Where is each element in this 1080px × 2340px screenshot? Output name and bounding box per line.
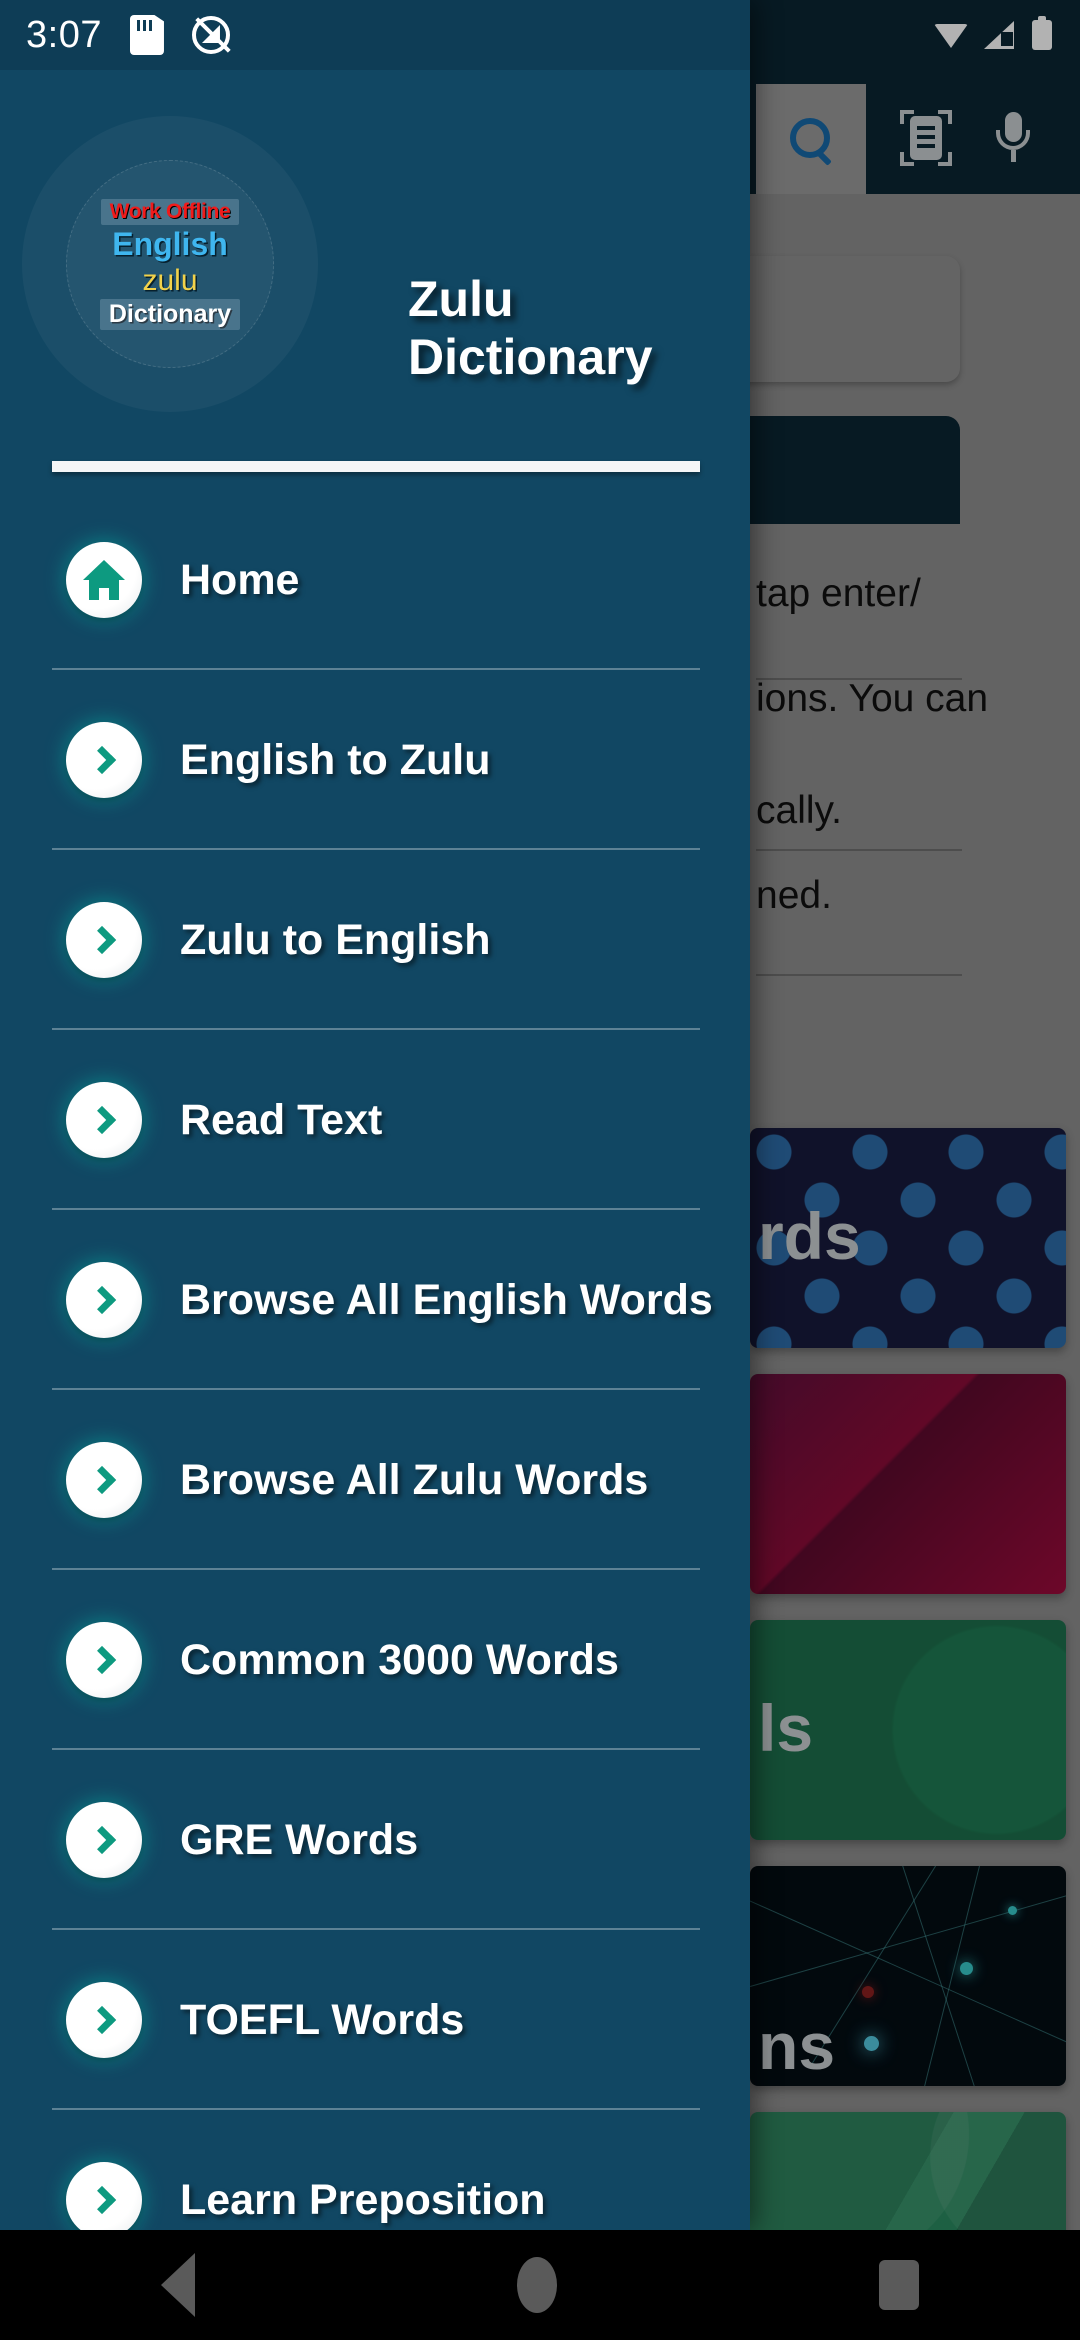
chevron-right-icon <box>66 1082 142 1158</box>
sidebar-item-label: Browse All Zulu Words <box>180 1455 649 1504</box>
navigation-drawer: 3:07 Work Offline English zulu Dictionar… <box>0 0 750 2230</box>
app-logo: Work Offline English zulu Dictionary <box>22 116 318 412</box>
chevron-right-icon <box>66 1622 142 1698</box>
sidebar-item-label: GRE Words <box>180 1815 419 1864</box>
chevron-right-icon <box>66 902 142 978</box>
sidebar-item-label: Read Text <box>180 1095 383 1144</box>
logo-dictionary: Dictionary <box>108 299 232 328</box>
sd-card-icon <box>129 15 164 55</box>
chevron-right-icon <box>66 1442 142 1518</box>
sidebar-item-label: Zulu to English <box>180 915 491 964</box>
android-navigation-bar <box>0 2230 1080 2340</box>
app-title-line2: Dictionary <box>408 329 653 385</box>
chevron-right-icon <box>66 1802 142 1878</box>
logo-work-offline: Work Offline <box>109 199 231 223</box>
drawer-header: Work Offline English zulu Dictionary Zul… <box>0 70 750 420</box>
status-bar-left: 3:07 <box>26 0 230 70</box>
logo-zulu: zulu <box>142 263 198 297</box>
sidebar-item-english-to-zulu[interactable]: English to Zulu <box>0 670 750 850</box>
status-bar-clock: 3:07 <box>26 13 102 56</box>
header-divider <box>52 461 700 472</box>
sidebar-item-toefl-words[interactable]: TOEFL Words <box>0 1930 750 2110</box>
sidebar-item-label: Learn Preposition <box>180 2175 546 2224</box>
sidebar-item-label: English to Zulu <box>180 735 491 784</box>
logo-text-block: Work Offline English zulu Dictionary <box>84 178 256 350</box>
home-icon <box>66 542 142 618</box>
sidebar-item-learn-preposition[interactable]: Learn Preposition <box>0 2110 750 2230</box>
sidebar-item-read-text[interactable]: Read Text <box>0 1030 750 1210</box>
sidebar-item-label: Browse All English Words <box>180 1275 713 1324</box>
sidebar-item-label: Common 3000 Words <box>180 1635 619 1684</box>
recents-button[interactable] <box>879 2260 919 2310</box>
app-title-line1: Zulu <box>408 271 514 327</box>
drawer-menu: Home English to Zulu Zulu to English Rea… <box>0 490 750 2230</box>
sidebar-item-zulu-to-english[interactable]: Zulu to English <box>0 850 750 1030</box>
status-bar: 3:07 <box>0 0 750 70</box>
app-title: Zulu Dictionary <box>408 270 738 386</box>
sidebar-item-home[interactable]: Home <box>0 490 750 670</box>
location-off-icon <box>191 16 230 54</box>
sidebar-item-common-3000-words[interactable]: Common 3000 Words <box>0 1570 750 1750</box>
chevron-right-icon <box>66 2162 142 2230</box>
sidebar-item-label: Home <box>180 555 300 604</box>
chevron-right-icon <box>66 1262 142 1338</box>
sidebar-item-browse-all-zulu-words[interactable]: Browse All Zulu Words <box>0 1390 750 1570</box>
sidebar-item-gre-words[interactable]: GRE Words <box>0 1750 750 1930</box>
back-button[interactable] <box>161 2253 195 2317</box>
chevron-right-icon <box>66 722 142 798</box>
sidebar-item-browse-all-english-words[interactable]: Browse All English Words <box>0 1210 750 1390</box>
home-button[interactable] <box>517 2257 557 2313</box>
phone-screen: tap enter/ ions. You can cally. ned. rds… <box>0 0 1080 2340</box>
logo-english: English <box>112 225 228 262</box>
chevron-right-icon <box>66 1982 142 2058</box>
sidebar-item-label: TOEFL Words <box>180 1995 465 2044</box>
